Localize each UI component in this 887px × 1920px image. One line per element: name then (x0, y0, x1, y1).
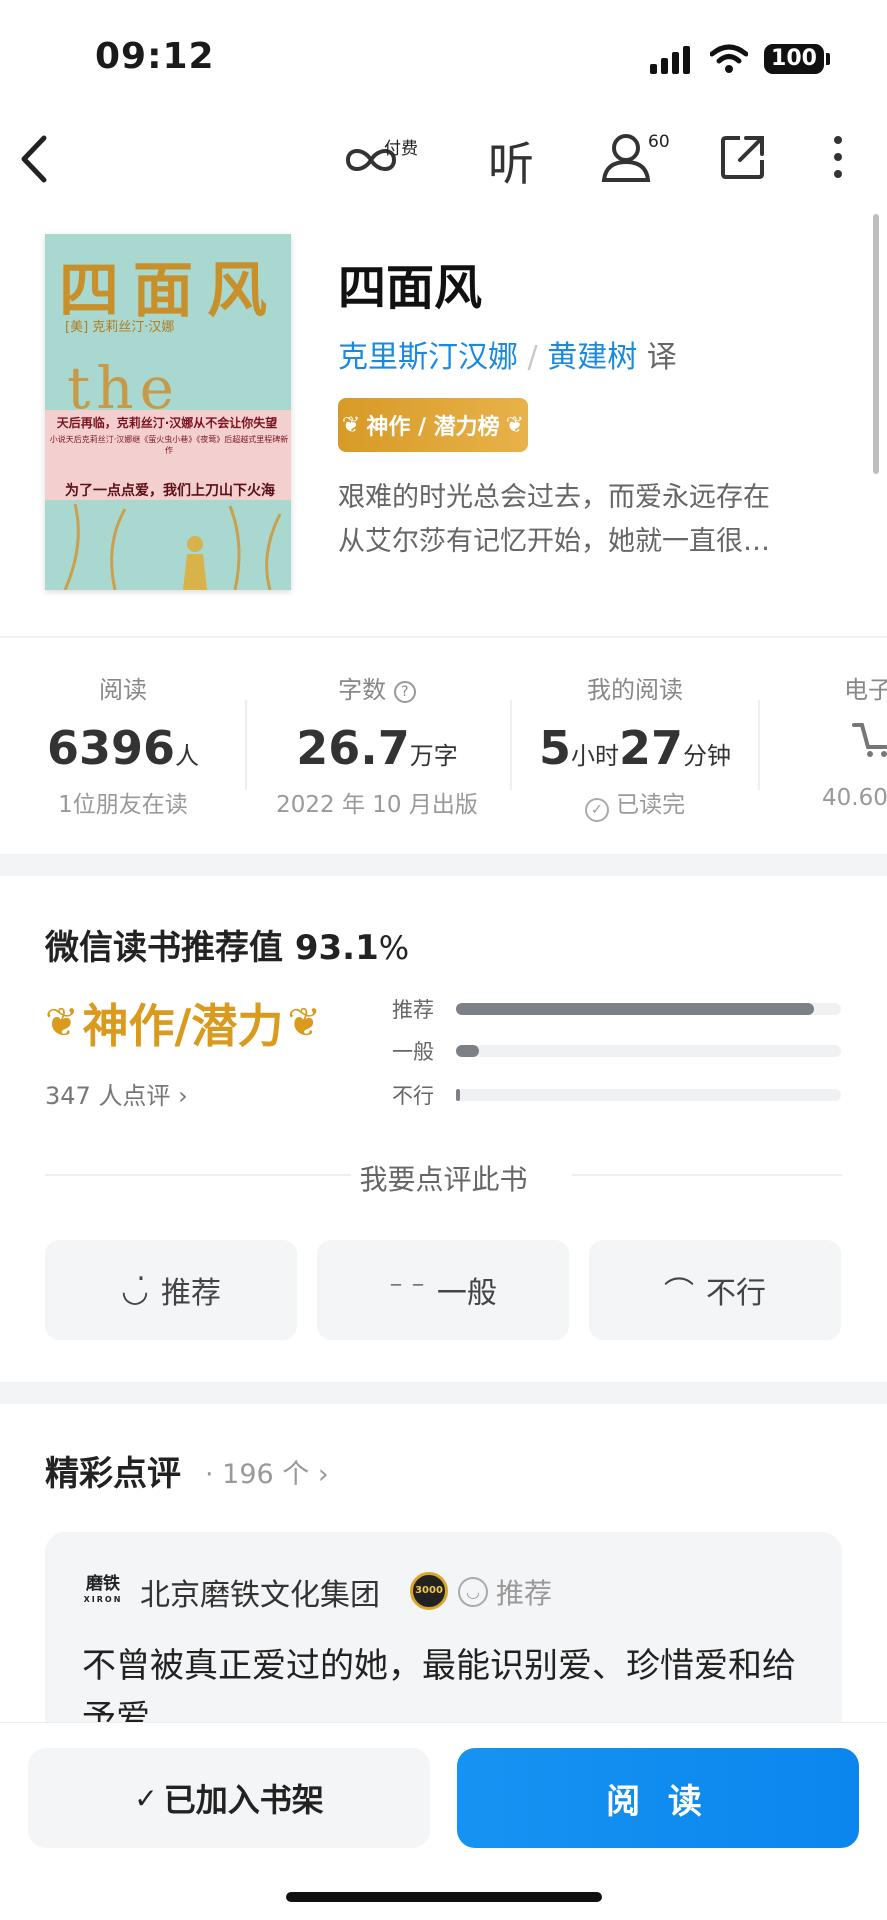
more-icon[interactable] (830, 134, 846, 180)
laurel-right-icon: ❦ (287, 1000, 321, 1046)
bar-fill-average (456, 1045, 480, 1057)
review-count-link[interactable]: 347 人点评 › (45, 1076, 188, 1111)
book-detail-screen: 09:12 100 付费 听 60 四面风 [美] 克莉丝汀·汉娜 the 天后… (0, 0, 887, 1920)
reviewer-name[interactable]: 北京磨铁文化集团 (140, 1570, 380, 1614)
stat-word-count[interactable]: 字数 ? 26.7万字 2022 年 10 月出版 (262, 670, 492, 819)
recommend-title: 微信读书推荐值 93.1% (45, 928, 410, 968)
stat-label: 字数 ? (262, 670, 492, 705)
stat-value: 6396人 (46, 721, 200, 775)
cover-tagline: 为了一点点爱，我们上刀山下火海 (65, 483, 275, 499)
cart-icon (800, 719, 887, 775)
divider (0, 636, 887, 638)
smile-icon: ◡ (458, 1577, 488, 1607)
stat-sub: 2022 年 10 月出版 (276, 792, 478, 818)
rate-recommend-button[interactable]: ◡̇ 推荐 (45, 1240, 297, 1340)
laurel-left-icon: ❦ (45, 1000, 79, 1046)
rank-badge-label: 神作 / 潜力榜 (366, 415, 500, 440)
cover-author: [美] 克莉丝汀·汉娜 (65, 320, 175, 335)
review-prompt: 我要点评此书 (359, 1163, 528, 1196)
level-badge: 3000 (410, 1572, 448, 1610)
bar-track-recommend (456, 1003, 841, 1015)
stat-readers[interactable]: 阅读 6396人 1位朋友在读 (42, 670, 204, 819)
author-line: 克里斯汀汉娜 / 黄建树 译 (338, 332, 677, 376)
wifi-icon (709, 44, 749, 78)
section-gap (0, 854, 887, 876)
book-cover[interactable]: 四面风 [美] 克莉丝汀·汉娜 the FOUR 天后再临，克莉丝汀·汉娜从不会… (45, 234, 291, 590)
stat-sub: 40.60 (822, 785, 887, 811)
laurel-right-icon: ❦ (505, 412, 525, 438)
listen-button[interactable]: 听 (488, 128, 534, 194)
bar-label-average: 一般 (392, 1040, 434, 1064)
stat-sub: 1位朋友在读 (58, 792, 188, 818)
divider (572, 1174, 842, 1176)
divider (45, 1174, 351, 1176)
readers-count: 60 (648, 132, 670, 152)
stat-my-reading[interactable]: 我的阅读 5小时27分钟 ✓ 已读完 (520, 670, 750, 822)
author-link[interactable]: 克里斯汀汉娜 (338, 340, 518, 375)
scrollbar[interactable] (873, 214, 879, 474)
bar-label-recommend: 推荐 (392, 998, 434, 1022)
recommend-level: ❦ 神作/潜力 ❦ (45, 988, 345, 1058)
help-icon[interactable]: ? (393, 681, 416, 703)
recommend-level-label: 神作/潜力 (82, 999, 284, 1053)
rank-badge[interactable]: ❦ 神作 / 潜力榜 ❦ (338, 398, 528, 452)
translator-link[interactable]: 黄建树 (547, 340, 637, 375)
battery-tip (826, 53, 830, 65)
cover-wheat-illustration (63, 504, 282, 590)
cover-band-headline: 天后再临，克莉丝汀·汉娜从不会让你失望 (56, 416, 278, 430)
check-circle-icon: ✓ (584, 798, 609, 822)
section-gap (0, 1382, 887, 1404)
battery-icon: 100 (764, 44, 824, 74)
signal-icon (650, 46, 694, 78)
divider (245, 700, 247, 790)
reviews-count-link[interactable]: · 196 个 › (205, 1452, 329, 1491)
rate-average-button[interactable]: ⁻ ⁻ 一般 (317, 1240, 569, 1340)
divider (758, 700, 760, 790)
bar-track-average (456, 1045, 841, 1057)
author-separator: / (527, 340, 538, 375)
share-icon[interactable] (720, 134, 766, 180)
bar-label-bad: 不行 (392, 1084, 434, 1108)
translator-suffix: 译 (646, 340, 677, 375)
check-icon: ✓ (134, 1781, 158, 1815)
smile-icon: ◡̇ (121, 1271, 149, 1309)
book-title: 四面风 (338, 260, 483, 316)
rate-bad-button[interactable]: ⌒ 不行 (589, 1240, 841, 1340)
reviews-title: 精彩点评 (45, 1454, 181, 1494)
book-intro[interactable]: 艰难的时光总会过去，而爱永远存在 从艾尔莎有记忆开始，她就一直很… (338, 476, 838, 564)
bar-fill-bad (456, 1089, 460, 1101)
neutral-face-icon: ⁻ ⁻ (389, 1275, 425, 1305)
added-to-shelf-button[interactable]: ✓ 已加入书架 (28, 1748, 430, 1848)
laurel-left-icon: ❦ (341, 412, 361, 438)
bar-fill-recommend (456, 1003, 815, 1015)
readers-icon[interactable] (600, 130, 652, 182)
stat-label: 我的阅读 (587, 676, 683, 704)
stat-sub: ✓ 已读完 (520, 785, 750, 822)
intro-line: 艰难的时光总会过去，而爱永远存在 (338, 482, 770, 513)
cover-band-subline: 小说天后克莉丝汀·汉娜继《萤火虫小巷》《夜莺》后超越式里程碑新作 (49, 435, 289, 455)
review-rating-tag: ◡ 推荐 (458, 1572, 552, 1612)
intro-line: 从艾尔莎有记忆开始，她就一直很… (338, 526, 770, 557)
stat-value: 26.7万字 (296, 721, 458, 775)
stat-label: 阅读 (99, 676, 147, 704)
stat-value: 5小时27分钟 (538, 721, 732, 775)
divider (510, 700, 512, 790)
home-indicator[interactable] (286, 1892, 602, 1902)
bar-track-bad (456, 1089, 841, 1101)
read-button[interactable]: 阅 读 (457, 1748, 859, 1848)
stat-label: 电子 (844, 676, 887, 704)
back-icon[interactable] (16, 134, 50, 184)
paid-label: 付费 (384, 139, 418, 159)
status-time: 09:12 (95, 36, 215, 77)
publisher-avatar[interactable]: 磨铁 XIRON (82, 1572, 124, 1608)
stat-ebook[interactable]: 电子 40.60 (800, 670, 887, 811)
frown-icon: ⌒ (664, 1276, 694, 1311)
